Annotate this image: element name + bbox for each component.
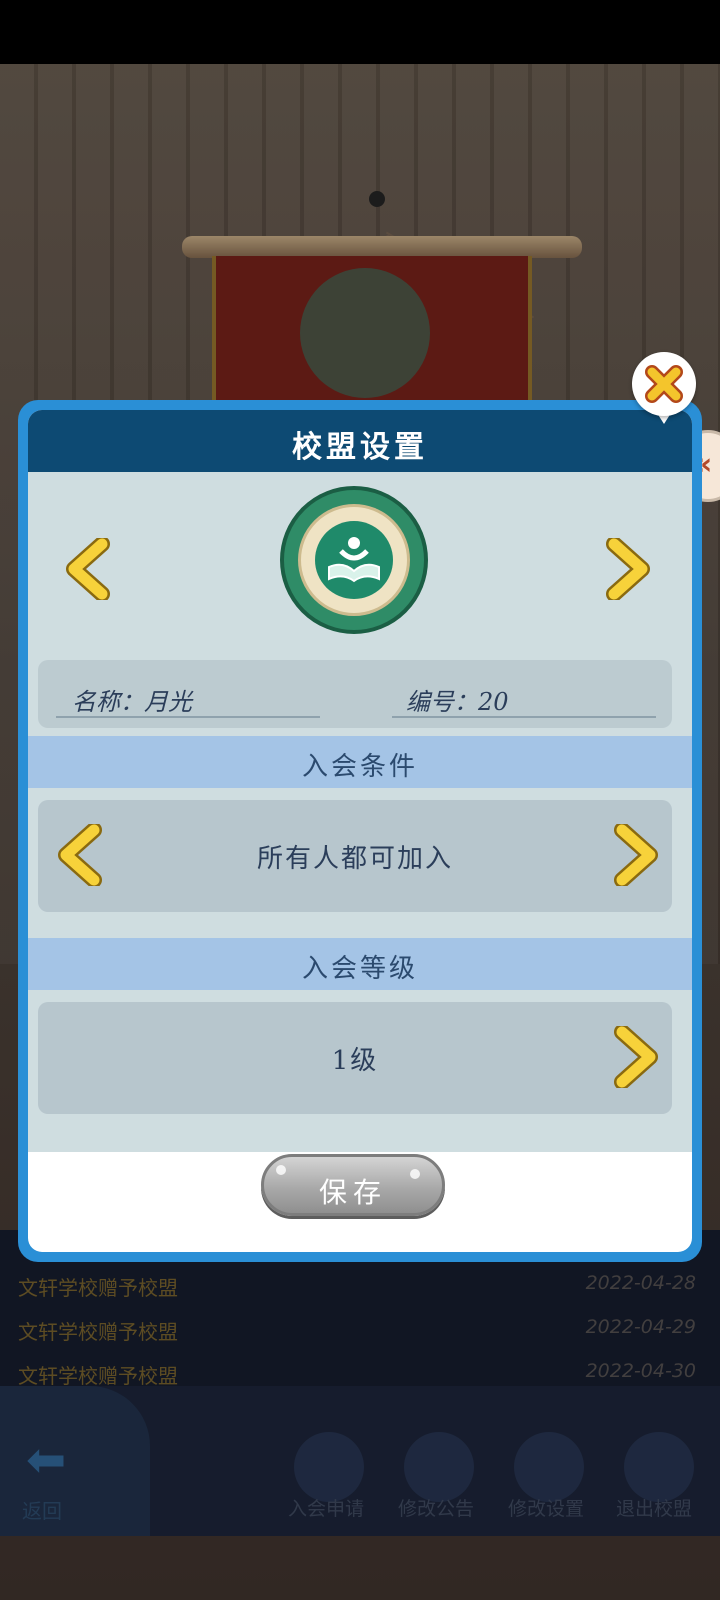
join-condition-selector: 所有人都可加入 [38, 800, 672, 912]
save-button[interactable]: 保存 [261, 1154, 445, 1216]
chevron-left-icon[interactable] [62, 538, 112, 600]
chevron-right-icon[interactable] [612, 824, 662, 886]
chevron-left-icon[interactable] [54, 824, 104, 886]
dialog-title: 校盟设置 [292, 430, 428, 465]
dialog-body: 名称：月光 编号：20 入会条件 所有人都可加入 入会等级 1级 [28, 472, 692, 1152]
chevron-right-icon[interactable] [612, 1026, 662, 1088]
divider [56, 716, 320, 718]
join-condition-title: 入会条件 [301, 752, 418, 782]
join-level-value: 1级 [331, 1046, 379, 1076]
league-emblem-icon [280, 486, 428, 634]
emblem-book-icon [315, 521, 393, 599]
dialog-content: 校盟设置 名称：月光 编号：20 入会条件 所有人都可加入 入会等级 1级 保存 [28, 410, 692, 1252]
league-name: 名称：月光 [72, 688, 192, 716]
join-level-title: 入会等级 [301, 954, 418, 984]
divider [392, 716, 656, 718]
league-number: 编号：20 [406, 688, 509, 716]
join-condition-value: 所有人都可加入 [256, 844, 453, 874]
close-button[interactable] [632, 352, 696, 416]
emblem-ring [298, 504, 410, 616]
dialog-header: 校盟设置 [28, 410, 692, 472]
join-level-selector: 1级 [38, 1002, 672, 1114]
join-condition-header: 入会条件 [28, 736, 692, 788]
chevron-right-icon[interactable] [604, 538, 654, 600]
league-info: 名称：月光 编号：20 [38, 660, 672, 728]
league-settings-dialog: 校盟设置 名称：月光 编号：20 入会条件 所有人都可加入 入会等级 1级 保存 [18, 400, 702, 1262]
save-label: 保存 [318, 1176, 387, 1209]
join-level-header: 入会等级 [28, 938, 692, 990]
close-icon [645, 365, 683, 403]
status-bar [0, 0, 720, 64]
